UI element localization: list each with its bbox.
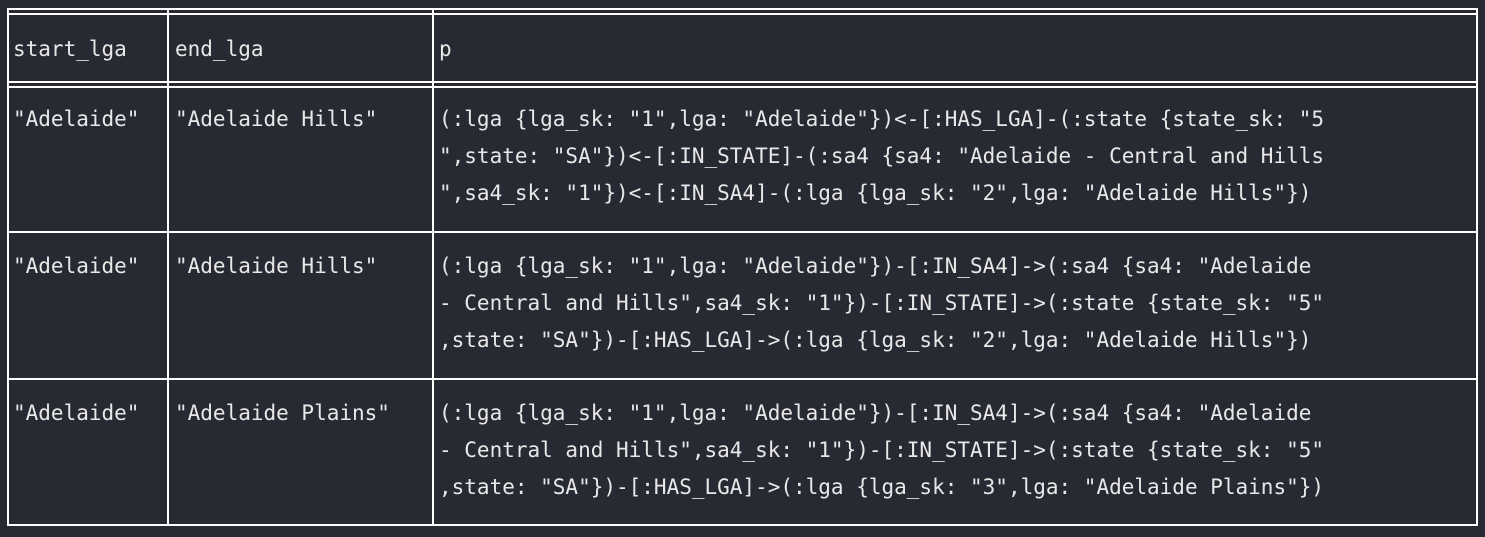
- cell-path-line: (:lga {lga_sk: "1",lga: "Adelaide"})<-[:…: [439, 107, 1325, 131]
- cell-end-lga: "Adelaide Plains": [175, 401, 390, 425]
- column-header-start-lga: start_lga: [13, 37, 127, 61]
- column-header-end-lga: end_lga: [175, 37, 264, 61]
- cell-path-line: ",sa4_sk: "1"})<-[:IN_SA4]-(:lga {lga_sk…: [439, 181, 1312, 205]
- results-table: start_lga end_lga p "Adelaide" "Adelaide…: [7, 8, 1478, 526]
- cell-path-line: - Central and Hills",sa4_sk: "1"})-[:IN_…: [439, 291, 1325, 315]
- cell-end-lga: "Adelaide Hills": [175, 107, 378, 131]
- cell-start-lga: "Adelaide": [13, 107, 140, 131]
- cell-path-line: ,state: "SA"})-[:HAS_LGA]->(:lga {lga_sk…: [439, 328, 1312, 352]
- cell-path-line: - Central and Hills",sa4_sk: "1"})-[:IN_…: [439, 438, 1325, 462]
- cell-path-line: (:lga {lga_sk: "1",lga: "Adelaide"})-[:I…: [439, 401, 1312, 425]
- cell-start-lga: "Adelaide": [13, 254, 140, 278]
- cell-path-line: (:lga {lga_sk: "1",lga: "Adelaide"})-[:I…: [439, 254, 1312, 278]
- cell-end-lga: "Adelaide Hills": [175, 254, 378, 278]
- cell-path-line: ",state: "SA"})<-[:IN_STATE]-(:sa4 {sa4:…: [439, 144, 1325, 168]
- cell-path-line: ,state: "SA"})-[:HAS_LGA]->(:lga {lga_sk…: [439, 475, 1325, 499]
- cell-start-lga: "Adelaide": [13, 401, 140, 425]
- column-header-p: p: [439, 37, 452, 61]
